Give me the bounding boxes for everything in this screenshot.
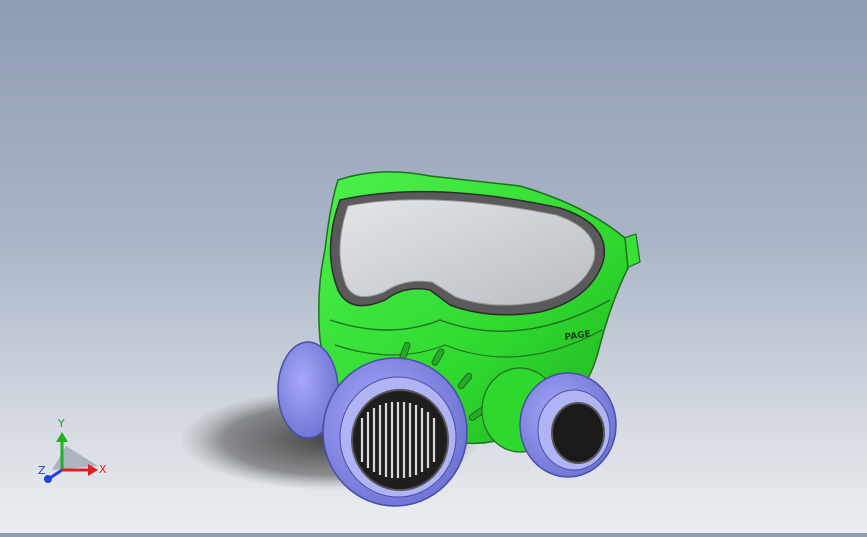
goggle-lens xyxy=(339,199,596,306)
coordinate-triad: Y X Z xyxy=(38,417,107,483)
y-axis-arrow xyxy=(56,432,68,442)
model-canvas[interactable]: PAGE Y X Z xyxy=(0,0,867,533)
gas-mask-model[interactable]: PAGE xyxy=(277,171,641,507)
z-axis-line xyxy=(49,468,63,480)
x-axis-label: X xyxy=(99,463,107,476)
3d-viewport[interactable]: PAGE Y X Z xyxy=(0,0,867,533)
z-axis-label: Z xyxy=(38,464,46,477)
y-axis-label: Y xyxy=(57,417,65,430)
right-filter-hole xyxy=(551,402,605,464)
